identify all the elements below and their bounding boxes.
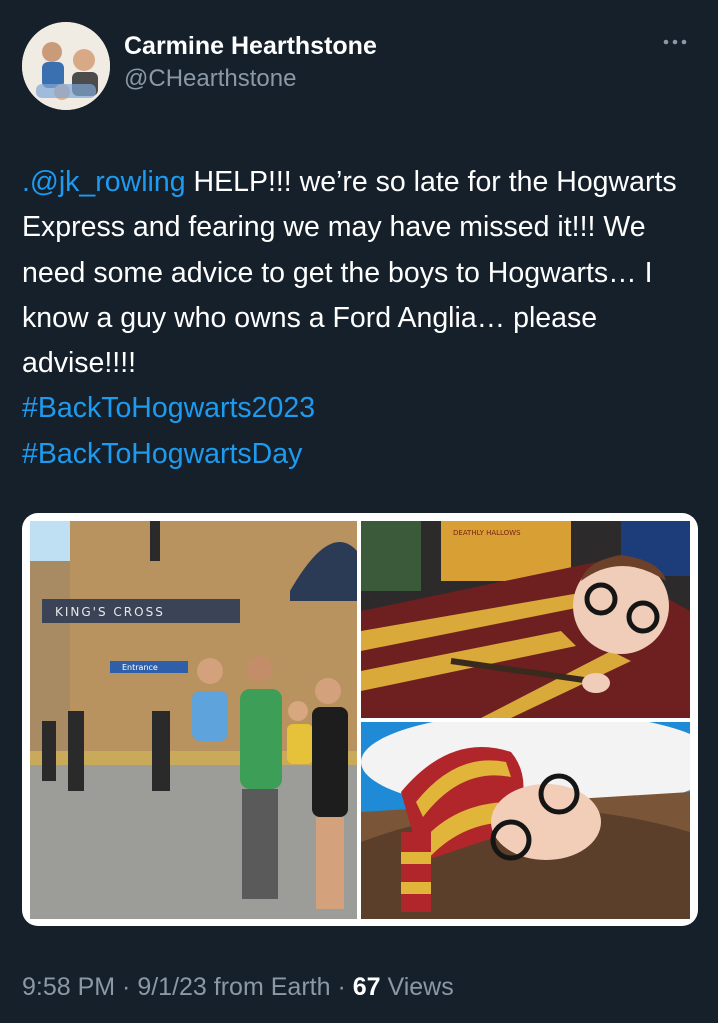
photo-baby-hat[interactable] — [361, 722, 690, 919]
avatar[interactable] — [22, 22, 110, 110]
tweet-date[interactable]: 9/1/23 — [137, 973, 207, 1001]
separator: · — [330, 973, 353, 1001]
display-name[interactable]: Carmine Hearthstone — [124, 30, 377, 62]
photo-kings-cross[interactable]: KING'S CROSS Entrance — [30, 521, 357, 919]
tweet-time[interactable]: 9:58 PM — [22, 973, 115, 1001]
tweet-text: .@jk_rowling HELP!!! we’re so late for t… — [22, 160, 698, 477]
photo-baby-blanket[interactable]: DEATHLY HALLOWS — [361, 521, 690, 718]
handle[interactable]: @CHearthstone — [124, 62, 377, 96]
tweet-source: from Earth — [206, 973, 331, 1001]
mention-link[interactable]: .@jk_rowling — [22, 166, 186, 198]
tweet-metadata: 9:58 PM · 9/1/23 from Earth · 67 Views — [22, 970, 454, 1004]
hashtag-link[interactable]: #BackToHogwarts2023 — [22, 392, 315, 424]
hashtag-link[interactable]: #BackToHogwartsDay — [22, 438, 302, 470]
separator: · — [115, 973, 138, 1001]
kings-cross-sign: KING'S CROSS — [55, 605, 165, 619]
tweet-header: Carmine Hearthstone @CHearthstone — [22, 22, 698, 112]
more-options-icon[interactable] — [662, 34, 690, 50]
views-count: 67 — [352, 973, 381, 1001]
views-label: Views — [380, 973, 454, 1001]
entrance-sign: Entrance — [122, 663, 158, 672]
media-collage[interactable]: KING'S CROSS Entrance DEATHLY HALLOWS — [22, 513, 698, 926]
book-title: DEATHLY HALLOWS — [453, 529, 521, 537]
author-names: Carmine Hearthstone @CHearthstone — [124, 30, 377, 96]
